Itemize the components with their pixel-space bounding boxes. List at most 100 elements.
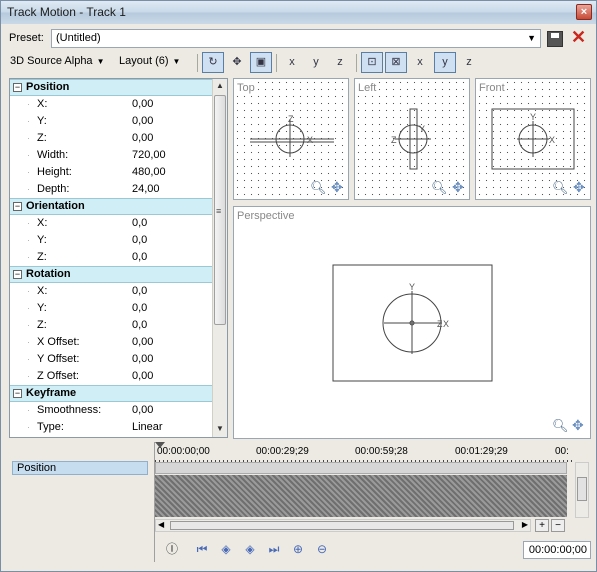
property-row[interactable]: · Z Offset: 0,00: [10, 368, 227, 385]
property-value[interactable]: 0,0: [132, 215, 147, 232]
scale-x-icon[interactable]: x: [281, 52, 303, 73]
lock-cursor-icon[interactable]: Ⓘ: [164, 541, 180, 557]
property-row[interactable]: · Depth: 24,00: [10, 181, 227, 198]
timeline-hscroll[interactable]: ◀ ▶: [155, 519, 531, 532]
collapse-icon[interactable]: −: [13, 270, 22, 279]
zoom-icon[interactable]: 🔍︎: [310, 180, 327, 196]
property-row[interactable]: · Y: 0,0: [10, 232, 227, 249]
save-icon[interactable]: [547, 31, 563, 47]
pan-icon[interactable]: ✥: [452, 179, 464, 196]
property-value[interactable]: 0,0: [132, 283, 147, 300]
bullet-icon: ·: [27, 133, 30, 143]
property-row[interactable]: · Height: 480,00: [10, 164, 227, 181]
lock-x-icon[interactable]: x: [409, 52, 431, 73]
zoom-out-button[interactable]: −: [551, 519, 565, 532]
scroll-right-icon[interactable]: ▶: [522, 520, 528, 529]
section-orientation[interactable]: − Orientation: [10, 198, 227, 215]
property-row[interactable]: · Type: Linear: [10, 419, 227, 436]
property-value[interactable]: 480,00: [132, 164, 166, 181]
lock-z-icon[interactable]: z: [458, 52, 480, 73]
collapse-icon[interactable]: −: [13, 389, 22, 398]
track-position-label[interactable]: Position: [12, 461, 148, 475]
collapse-icon[interactable]: −: [13, 83, 22, 92]
zoom-icon[interactable]: 🔍︎: [552, 180, 569, 196]
pan-icon[interactable]: ✥: [331, 179, 343, 196]
property-value[interactable]: 0,00: [132, 351, 153, 368]
bullet-icon: ·: [27, 286, 30, 296]
property-row[interactable]: · Z: 0,0: [10, 249, 227, 266]
keyframe-controls: Ⓘ ⏮ ◈ ◈ ⏭ ⊕ ⊖ 00:00:00;00: [156, 539, 591, 561]
property-value[interactable]: 0,00: [132, 96, 153, 113]
zoom-icon[interactable]: 🔍︎: [431, 180, 448, 196]
property-value[interactable]: Linear: [132, 419, 163, 436]
viewport-front[interactable]: Front Y X 🔍︎ ✥: [475, 78, 591, 200]
position-keyframe-lane[interactable]: [155, 462, 567, 474]
property-row[interactable]: · Y: 0,00: [10, 113, 227, 130]
zoom-icon[interactable]: 🔍︎: [552, 418, 569, 434]
first-keyframe-icon[interactable]: ⏮: [194, 541, 210, 557]
source-alpha-dropdown[interactable]: 3D Source Alpha ▼: [10, 55, 104, 67]
viewport-left[interactable]: Left Z Y 🔍︎ ✥: [354, 78, 470, 200]
prev-keyframe-icon[interactable]: ◈: [218, 541, 234, 557]
move-icon[interactable]: ✥: [226, 52, 248, 73]
section-keyframe[interactable]: − Keyframe: [10, 385, 227, 402]
viewport-perspective[interactable]: Perspective Y Z X 🔍︎ ✥: [233, 206, 591, 439]
property-value[interactable]: 0,00: [132, 368, 153, 385]
property-row[interactable]: · Y: 0,0: [10, 300, 227, 317]
property-value[interactable]: 24,00: [132, 181, 160, 198]
snap-frame-icon[interactable]: ⊡: [361, 52, 383, 73]
property-row[interactable]: · Smoothness: 0,00: [10, 402, 227, 419]
property-value[interactable]: 0,0: [132, 317, 147, 334]
scroll-down-icon[interactable]: ▼: [216, 424, 224, 433]
toolbar-divider: [276, 54, 277, 72]
property-value[interactable]: 0,00: [132, 130, 153, 147]
viewport-top[interactable]: Top Z X 🔍︎ ✥: [233, 78, 349, 200]
last-keyframe-icon[interactable]: ⏭: [266, 541, 282, 557]
next-keyframe-icon[interactable]: ◈: [242, 541, 258, 557]
property-value[interactable]: 0,00: [132, 402, 153, 419]
preset-dropdown[interactable]: (Untitled) ▼: [51, 29, 541, 48]
scale-z-icon[interactable]: z: [329, 52, 351, 73]
properties-scrollbar[interactable]: ▲ ≡ ▼: [212, 79, 227, 437]
property-row[interactable]: · Z: 0,0: [10, 317, 227, 334]
property-row[interactable]: · X: 0,0: [10, 215, 227, 232]
property-value[interactable]: 0,0: [132, 300, 147, 317]
remove-keyframe-icon[interactable]: ⊖: [314, 541, 330, 557]
properties-panel: − Position · X: 0,00 · Y: 0,00 · Z: 0,00 · Width: 720…: [9, 78, 228, 438]
collapse-icon[interactable]: −: [13, 202, 22, 211]
playhead-marker[interactable]: [155, 442, 165, 448]
add-keyframe-icon[interactable]: ⊕: [290, 541, 306, 557]
rotate-icon[interactable]: ↻: [202, 52, 224, 73]
scroll-thumb[interactable]: [577, 477, 587, 501]
property-row[interactable]: · Z: 0,00: [10, 130, 227, 147]
zoom-in-button[interactable]: +: [535, 519, 549, 532]
timecode-field[interactable]: 00:00:00;00: [523, 541, 591, 559]
scroll-thumb[interactable]: [170, 521, 514, 530]
property-value[interactable]: 0,0: [132, 249, 147, 266]
scroll-left-icon[interactable]: ◀: [158, 520, 164, 529]
property-value[interactable]: 0,00: [132, 113, 153, 130]
property-value[interactable]: 0,0: [132, 232, 147, 249]
lock-y-icon[interactable]: y: [434, 52, 456, 73]
property-name: Z:: [37, 132, 47, 144]
section-position[interactable]: − Position: [10, 79, 227, 96]
scroll-up-icon[interactable]: ▲: [216, 81, 224, 90]
close-icon[interactable]: ×: [576, 4, 592, 20]
property-row[interactable]: · Y Offset: 0,00: [10, 351, 227, 368]
delete-icon[interactable]: ✕: [571, 27, 586, 48]
property-row[interactable]: · X: 0,00: [10, 96, 227, 113]
pan-icon[interactable]: ✥: [573, 179, 585, 196]
property-value[interactable]: 0,00: [132, 334, 153, 351]
cube-icon[interactable]: ▣: [250, 52, 272, 73]
layout-dropdown[interactable]: Layout (6) ▼: [119, 55, 180, 67]
property-row[interactable]: · X Offset: 0,00: [10, 334, 227, 351]
scale-y-icon[interactable]: y: [305, 52, 327, 73]
property-value[interactable]: 720,00: [132, 147, 166, 164]
section-rotation[interactable]: − Rotation: [10, 266, 227, 283]
property-row[interactable]: · X: 0,0: [10, 283, 227, 300]
fit-icon[interactable]: ⊠: [385, 52, 407, 73]
time-ruler[interactable]: 00:00:00;00 00:00:29;29 00:00:59;28 00:0…: [155, 446, 575, 462]
pan-icon[interactable]: ✥: [572, 417, 584, 434]
property-row[interactable]: · Width: 720,00: [10, 147, 227, 164]
timeline-vscroll[interactable]: [575, 462, 589, 518]
